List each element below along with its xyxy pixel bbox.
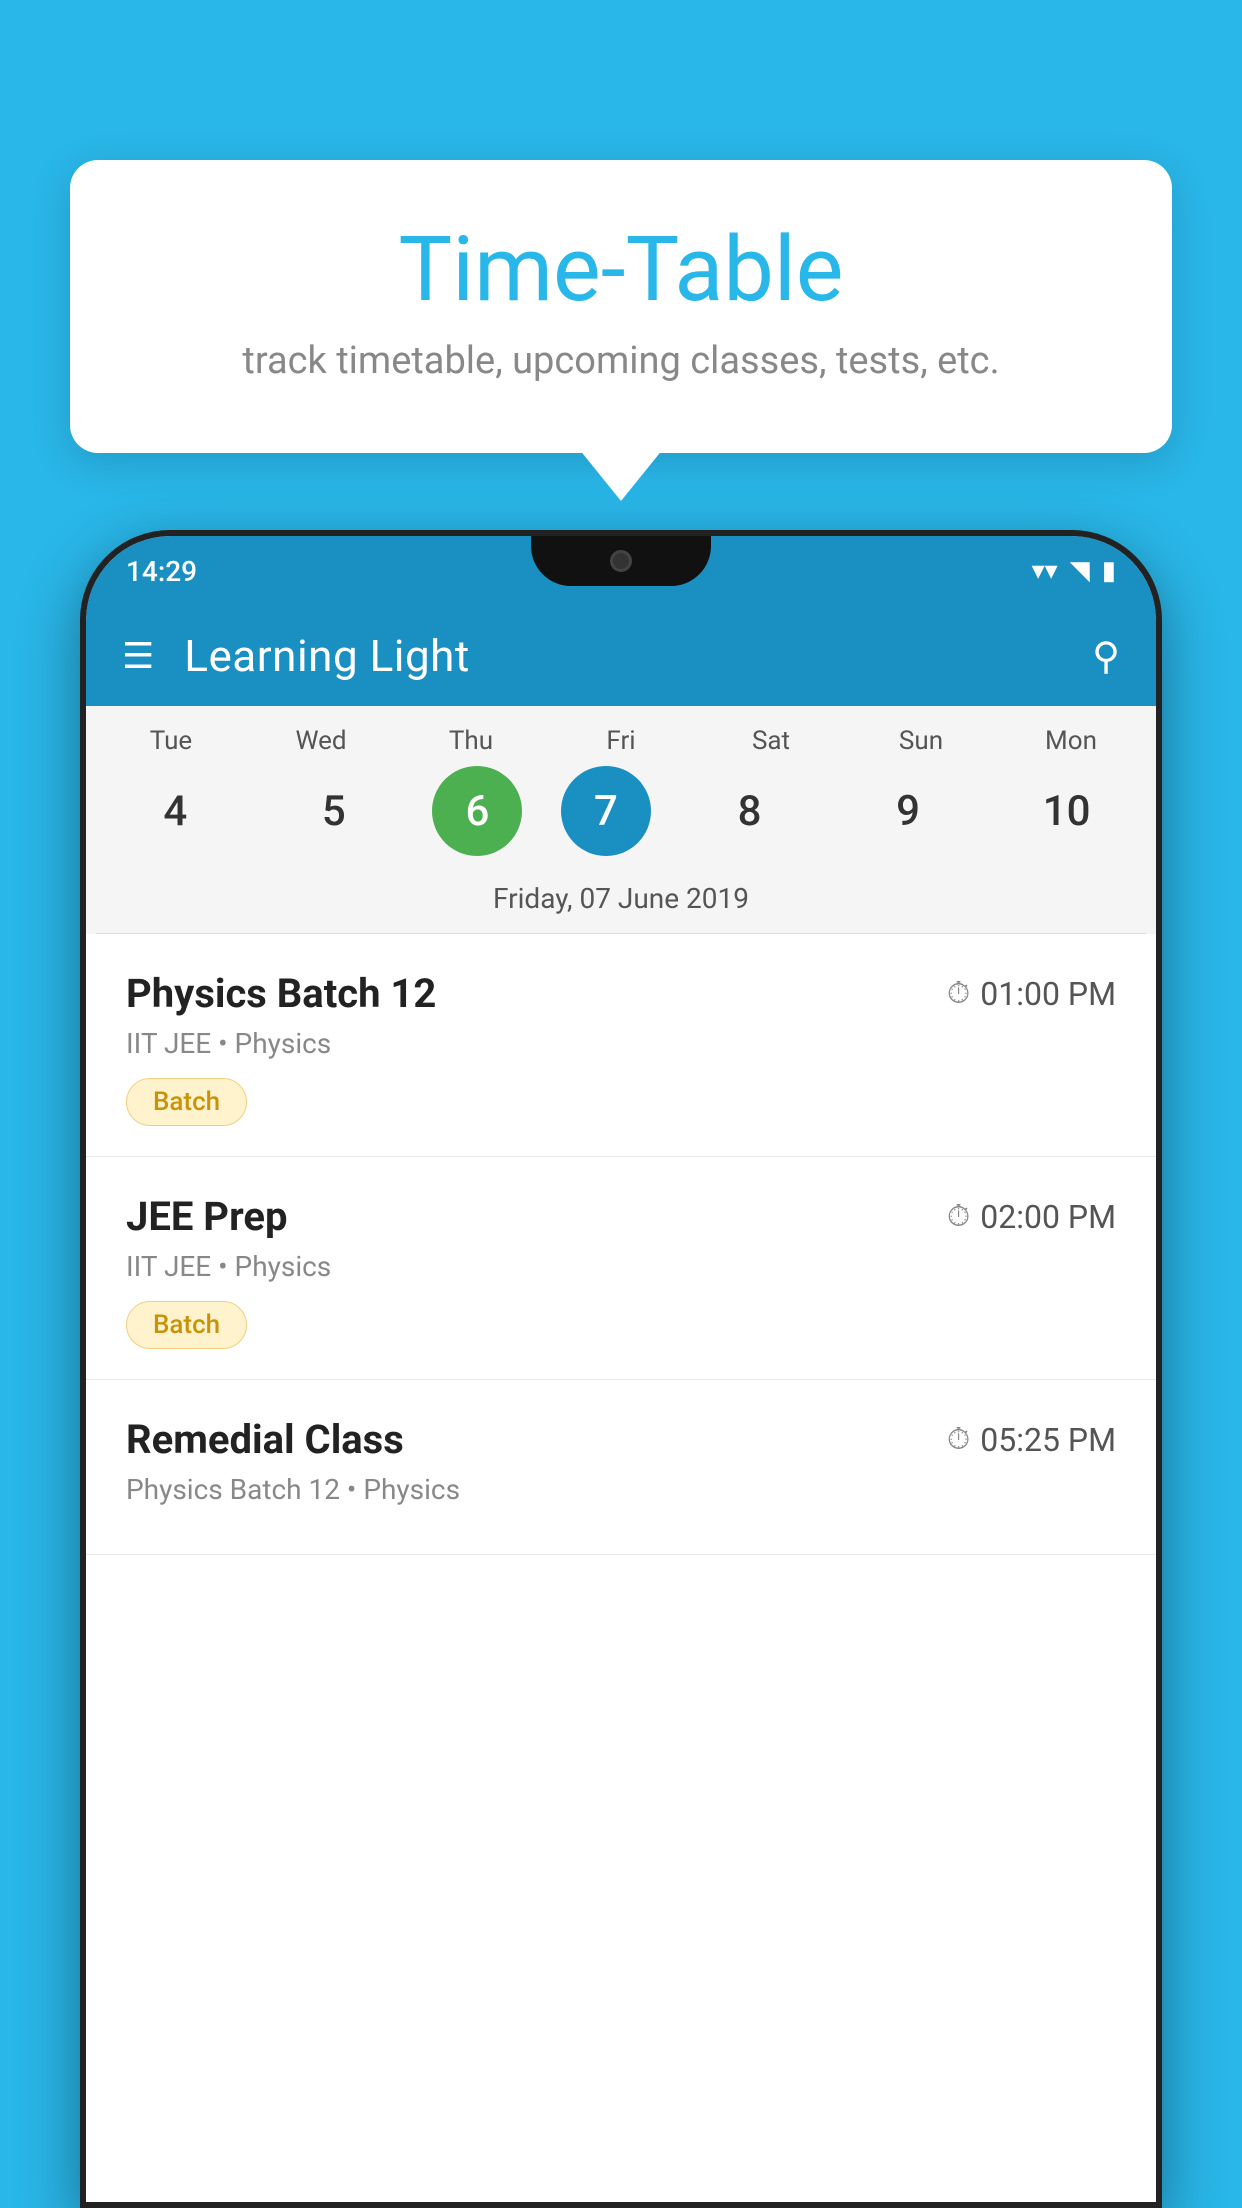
- day-header-thu: Thu: [411, 726, 531, 756]
- day-headers: Tue Wed Thu Fri Sat Sun Mon: [96, 726, 1146, 756]
- day-4[interactable]: 4: [115, 766, 235, 856]
- schedule-item-1-badge: Batch: [126, 1078, 247, 1126]
- status-time: 14:29: [126, 555, 197, 588]
- tooltip-title: Time-Table: [130, 220, 1112, 319]
- battery-icon: ▮: [1102, 556, 1116, 586]
- clock-icon-3: ⏱: [947, 1422, 970, 1457]
- selected-date-label: Friday, 07 June 2019: [96, 872, 1146, 934]
- clock-icon-1: ⏱: [947, 976, 970, 1011]
- hamburger-icon[interactable]: ☰: [122, 635, 154, 677]
- schedule-container: Physics Batch 12 ⏱ 01:00 PM IIT JEE • Ph…: [86, 934, 1156, 2202]
- tooltip-subtitle: track timetable, upcoming classes, tests…: [130, 339, 1112, 383]
- schedule-item-3[interactable]: Remedial Class ⏱ 05:25 PM Physics Batch …: [86, 1380, 1156, 1555]
- wifi-icon: ▾▾: [1032, 556, 1058, 586]
- schedule-item-2-header: JEE Prep ⏱ 02:00 PM: [126, 1193, 1116, 1240]
- day-7-selected[interactable]: 7: [561, 766, 651, 856]
- day-header-tue: Tue: [111, 726, 231, 756]
- schedule-item-3-subtitle: Physics Batch 12 • Physics: [126, 1473, 1116, 1506]
- day-header-fri: Fri: [561, 726, 681, 756]
- search-icon[interactable]: ⚲: [1092, 634, 1120, 679]
- schedule-item-3-header: Remedial Class ⏱ 05:25 PM: [126, 1416, 1116, 1463]
- status-icons: ▾▾ ◥ ▮: [1032, 556, 1116, 586]
- phone-frame: 14:29 ▾▾ ◥ ▮ ☰ Learning Light ⚲ Tue Wed …: [80, 530, 1162, 2208]
- schedule-item-2-time: ⏱ 02:00 PM: [947, 1198, 1116, 1236]
- schedule-item-2-title: JEE Prep: [126, 1193, 287, 1240]
- schedule-item-3-time: ⏱ 05:25 PM: [947, 1421, 1116, 1459]
- day-numbers: 4 5 6 7 8 9 10: [96, 766, 1146, 856]
- schedule-item-1[interactable]: Physics Batch 12 ⏱ 01:00 PM IIT JEE • Ph…: [86, 934, 1156, 1157]
- schedule-item-2-badge: Batch: [126, 1301, 247, 1349]
- schedule-item-2-subtitle: IIT JEE • Physics: [126, 1250, 1116, 1283]
- day-header-sun: Sun: [861, 726, 981, 756]
- schedule-item-1-title: Physics Batch 12: [126, 970, 436, 1017]
- calendar-strip: Tue Wed Thu Fri Sat Sun Mon 4 5 6 7 8 9 …: [86, 706, 1156, 934]
- app-title: Learning Light: [184, 630, 1062, 682]
- schedule-item-1-header: Physics Batch 12 ⏱ 01:00 PM: [126, 970, 1116, 1017]
- app-bar: ☰ Learning Light ⚲: [86, 606, 1156, 706]
- schedule-item-1-time: ⏱ 01:00 PM: [947, 975, 1116, 1013]
- day-9[interactable]: 9: [848, 766, 968, 856]
- phone-notch: [531, 536, 711, 586]
- schedule-item-1-subtitle: IIT JEE • Physics: [126, 1027, 1116, 1060]
- phone-screen: 14:29 ▾▾ ◥ ▮ ☰ Learning Light ⚲ Tue Wed …: [86, 536, 1156, 2202]
- schedule-item-3-title: Remedial Class: [126, 1416, 404, 1463]
- day-5[interactable]: 5: [274, 766, 394, 856]
- tooltip-card: Time-Table track timetable, upcoming cla…: [70, 160, 1172, 453]
- day-header-wed: Wed: [261, 726, 381, 756]
- schedule-item-2[interactable]: JEE Prep ⏱ 02:00 PM IIT JEE • Physics Ba…: [86, 1157, 1156, 1380]
- day-8[interactable]: 8: [690, 766, 810, 856]
- clock-icon-2: ⏱: [947, 1199, 970, 1234]
- signal-icon: ◥: [1070, 556, 1090, 586]
- day-10[interactable]: 10: [1007, 766, 1127, 856]
- front-camera: [610, 550, 632, 572]
- day-6-today[interactable]: 6: [432, 766, 522, 856]
- day-header-sat: Sat: [711, 726, 831, 756]
- day-header-mon: Mon: [1011, 726, 1131, 756]
